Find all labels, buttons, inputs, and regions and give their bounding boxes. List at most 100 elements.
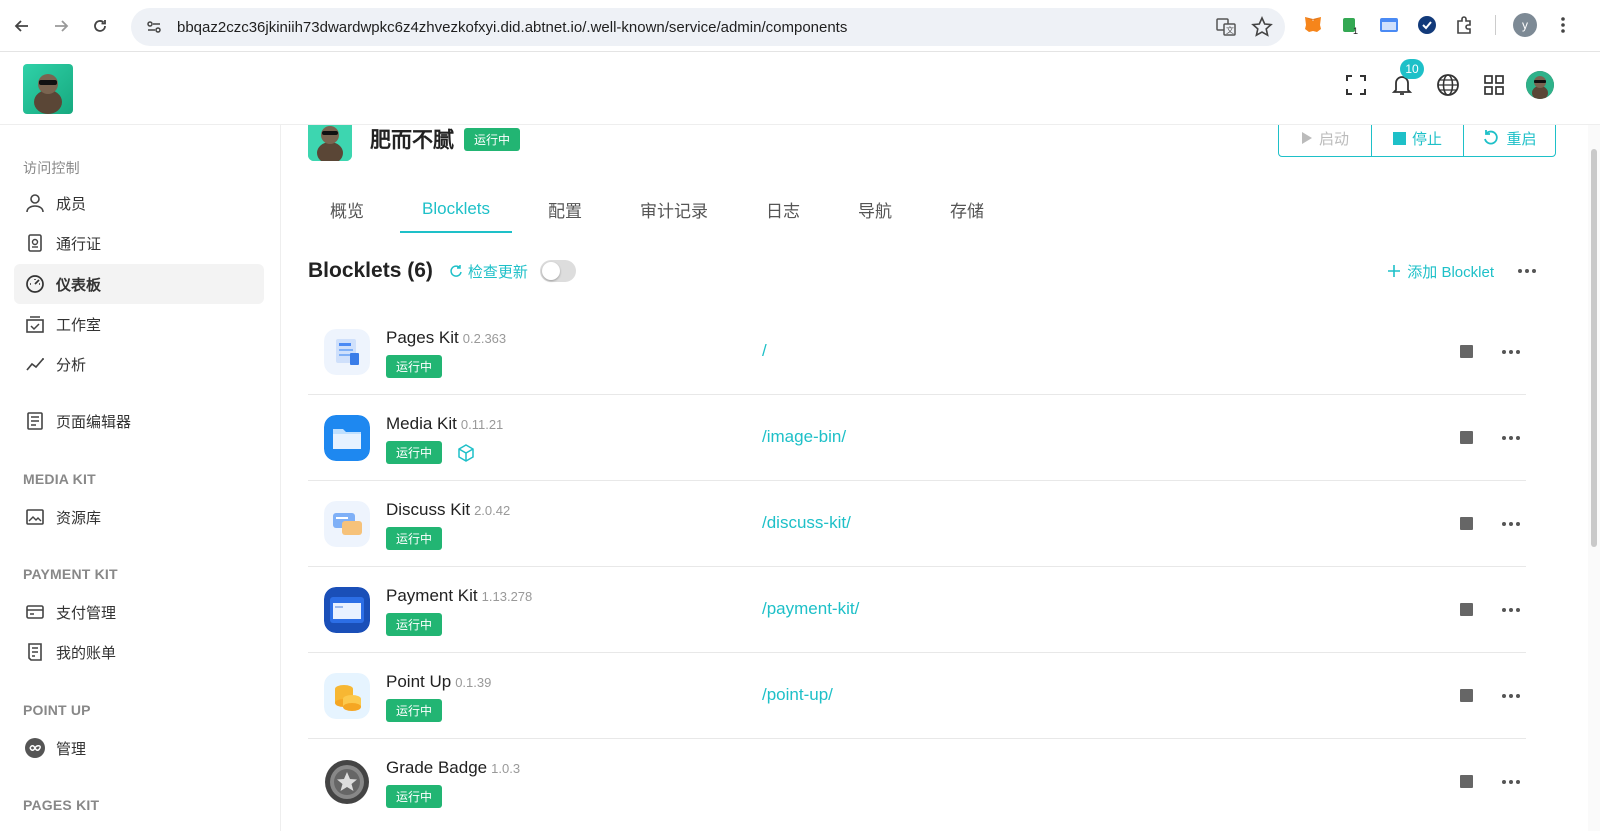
check-update-label: 检查更新 <box>467 263 528 281</box>
svg-text:文: 文 <box>1226 25 1234 35</box>
blocklet-row[interactable]: Point Up 0.1.39 运行中 /point-up/ <box>308 653 1526 739</box>
add-blocklet-label: 添加 Blocklet <box>1407 263 1494 281</box>
grade-badge-icon <box>324 759 370 805</box>
sidebar-section-point-up: POINT UP <box>23 702 91 718</box>
bill-icon <box>24 641 46 663</box>
sidebar-item-my-bills[interactable]: 我的账单 <box>14 632 264 672</box>
start-button[interactable]: 启动 <box>1279 125 1371 156</box>
address-bar[interactable]: bbqaz2czc36jkiniih73dwardwpkc6z4zhvezkof… <box>131 8 1285 46</box>
profile-avatar[interactable]: y <box>1512 12 1538 38</box>
sidebar-item-analytics[interactable]: 分析 <box>14 344 264 384</box>
restart-label: 重启 <box>1506 130 1537 148</box>
metamask-extension-icon[interactable] <box>1300 12 1326 38</box>
blocklet-name: Pages Kit <box>386 328 459 347</box>
check-extension-icon[interactable] <box>1414 12 1440 38</box>
sidebar-item-passport[interactable]: 通行证 <box>14 223 264 263</box>
sidebar-item-page-editor[interactable]: 页面编辑器 <box>14 401 264 441</box>
language-globe-icon[interactable] <box>1434 71 1462 99</box>
media-kit-icon <box>324 415 370 461</box>
stop-icon[interactable] <box>1460 689 1473 702</box>
apps-grid-icon[interactable] <box>1480 71 1508 99</box>
stop-icon[interactable] <box>1460 603 1473 616</box>
list-more-icon[interactable] <box>1514 261 1540 281</box>
auto-check-toggle[interactable] <box>539 260 576 282</box>
sidebar: 访问控制 成员 通行证 仪表板 工作室 分析 页面编辑器 MEDIA KIT 资… <box>0 125 281 831</box>
sidebar-item-label: 支付管理 <box>56 604 117 622</box>
forward-icon[interactable] <box>41 8 81 44</box>
blocklet-mount-link[interactable]: / <box>762 341 767 361</box>
tab-navigation[interactable]: 导航 <box>836 185 914 233</box>
blocklet-mount-link[interactable]: /image-bin/ <box>762 427 846 447</box>
row-more-icon[interactable] <box>1498 600 1524 620</box>
blocklet-mount-link[interactable]: /point-up/ <box>762 685 833 705</box>
tab-blocklets[interactable]: Blocklets <box>400 185 513 233</box>
sidebar-item-dashboard[interactable]: 仪表板 <box>14 264 264 304</box>
blocklet-row[interactable]: Pages Kit 0.2.363 运行中 / <box>308 309 1526 395</box>
sidebar-item-point-management[interactable]: 管理 <box>14 728 264 768</box>
notification-bell-icon[interactable]: 10 <box>1388 59 1424 99</box>
stop-icon <box>1392 131 1406 145</box>
sidebar-section-payment-kit: PAYMENT KIT <box>23 566 118 582</box>
tab-logs[interactable]: 日志 <box>744 185 822 233</box>
passport-icon <box>24 232 46 254</box>
stop-icon[interactable] <box>1460 431 1473 444</box>
blocklet-row[interactable]: Payment Kit 1.13.278 运行中 /payment-kit/ <box>308 567 1526 653</box>
green-extension-icon[interactable]: 1 <box>1338 12 1364 38</box>
add-blocklet-button[interactable]: 添加 Blocklet <box>1387 261 1494 282</box>
check-update-button[interactable]: 检查更新 <box>449 261 528 282</box>
restart-button[interactable]: 重启 <box>1463 125 1555 156</box>
tab-overview[interactable]: 概览 <box>308 185 386 233</box>
blocklet-row[interactable]: Media Kit 0.11.21 运行中 /image-bin/ <box>308 395 1526 481</box>
blocklet-version: 1.0.3 <box>491 761 521 776</box>
blocklet-row[interactable]: Grade Badge 1.0.3 运行中 <box>308 739 1526 825</box>
row-more-icon[interactable] <box>1498 514 1524 534</box>
stop-icon[interactable] <box>1460 345 1473 358</box>
blocklet-name: Discuss Kit <box>386 500 471 519</box>
sidebar-item-label: 分析 <box>56 356 87 374</box>
refresh-icon <box>449 264 463 278</box>
tab-audit-log[interactable]: 审计记录 <box>618 185 730 233</box>
row-more-icon[interactable] <box>1498 686 1524 706</box>
browser-menu-icon[interactable] <box>1550 12 1576 38</box>
stop-icon[interactable] <box>1460 517 1473 530</box>
row-more-icon[interactable] <box>1498 772 1524 792</box>
sidebar-item-payment-management[interactable]: 支付管理 <box>14 592 264 632</box>
site-logo[interactable] <box>23 64 73 114</box>
fullscreen-icon[interactable] <box>1342 71 1370 99</box>
cube-package-icon[interactable] <box>456 443 476 463</box>
back-icon[interactable] <box>2 8 42 44</box>
row-more-icon[interactable] <box>1498 342 1524 362</box>
blocklet-status-badge: 运行中 <box>386 527 443 550</box>
app-name: 肥而不腻 <box>370 129 454 152</box>
stop-button[interactable]: 停止 <box>1371 125 1463 156</box>
tab-storage[interactable]: 存储 <box>928 185 1006 233</box>
sidebar-item-members[interactable]: 成员 <box>14 183 264 223</box>
row-more-icon[interactable] <box>1498 428 1524 448</box>
blocklet-name: Payment Kit <box>386 586 478 605</box>
blocklet-mount-link[interactable]: /payment-kit/ <box>762 599 859 619</box>
site-settings-icon[interactable] <box>145 18 163 36</box>
app-status-badge: 运行中 <box>464 127 521 151</box>
play-icon <box>1301 131 1313 145</box>
bookmark-star-icon[interactable] <box>1251 16 1273 38</box>
sidebar-item-asset-library[interactable]: 资源库 <box>14 497 264 537</box>
app-title-row: 肥而不腻 运行中 <box>308 125 521 161</box>
blocklet-row[interactable]: Discuss Kit 2.0.42 运行中 /discuss-kit/ <box>308 481 1526 567</box>
reload-icon[interactable] <box>80 8 120 44</box>
window-extension-icon[interactable] <box>1376 12 1402 38</box>
stop-icon[interactable] <box>1460 775 1473 788</box>
analytics-icon <box>24 353 46 375</box>
extensions-puzzle-icon[interactable] <box>1452 12 1478 38</box>
page-scrollbar[interactable] <box>1588 125 1600 831</box>
toolbar-divider <box>1490 12 1500 38</box>
sidebar-item-studio[interactable]: 工作室 <box>14 304 264 344</box>
blocklet-version: 1.13.278 <box>481 589 533 604</box>
scrollbar-thumb[interactable] <box>1591 149 1597 547</box>
studio-icon <box>24 313 46 335</box>
blocklet-mount-link[interactable]: /discuss-kit/ <box>762 513 851 533</box>
user-avatar[interactable] <box>1526 71 1554 99</box>
tab-config[interactable]: 配置 <box>526 185 604 233</box>
sidebar-section-pages-kit: PAGES KIT <box>23 797 100 813</box>
plus-icon <box>1387 264 1401 278</box>
translate-icon[interactable]: 文 <box>1215 16 1237 38</box>
